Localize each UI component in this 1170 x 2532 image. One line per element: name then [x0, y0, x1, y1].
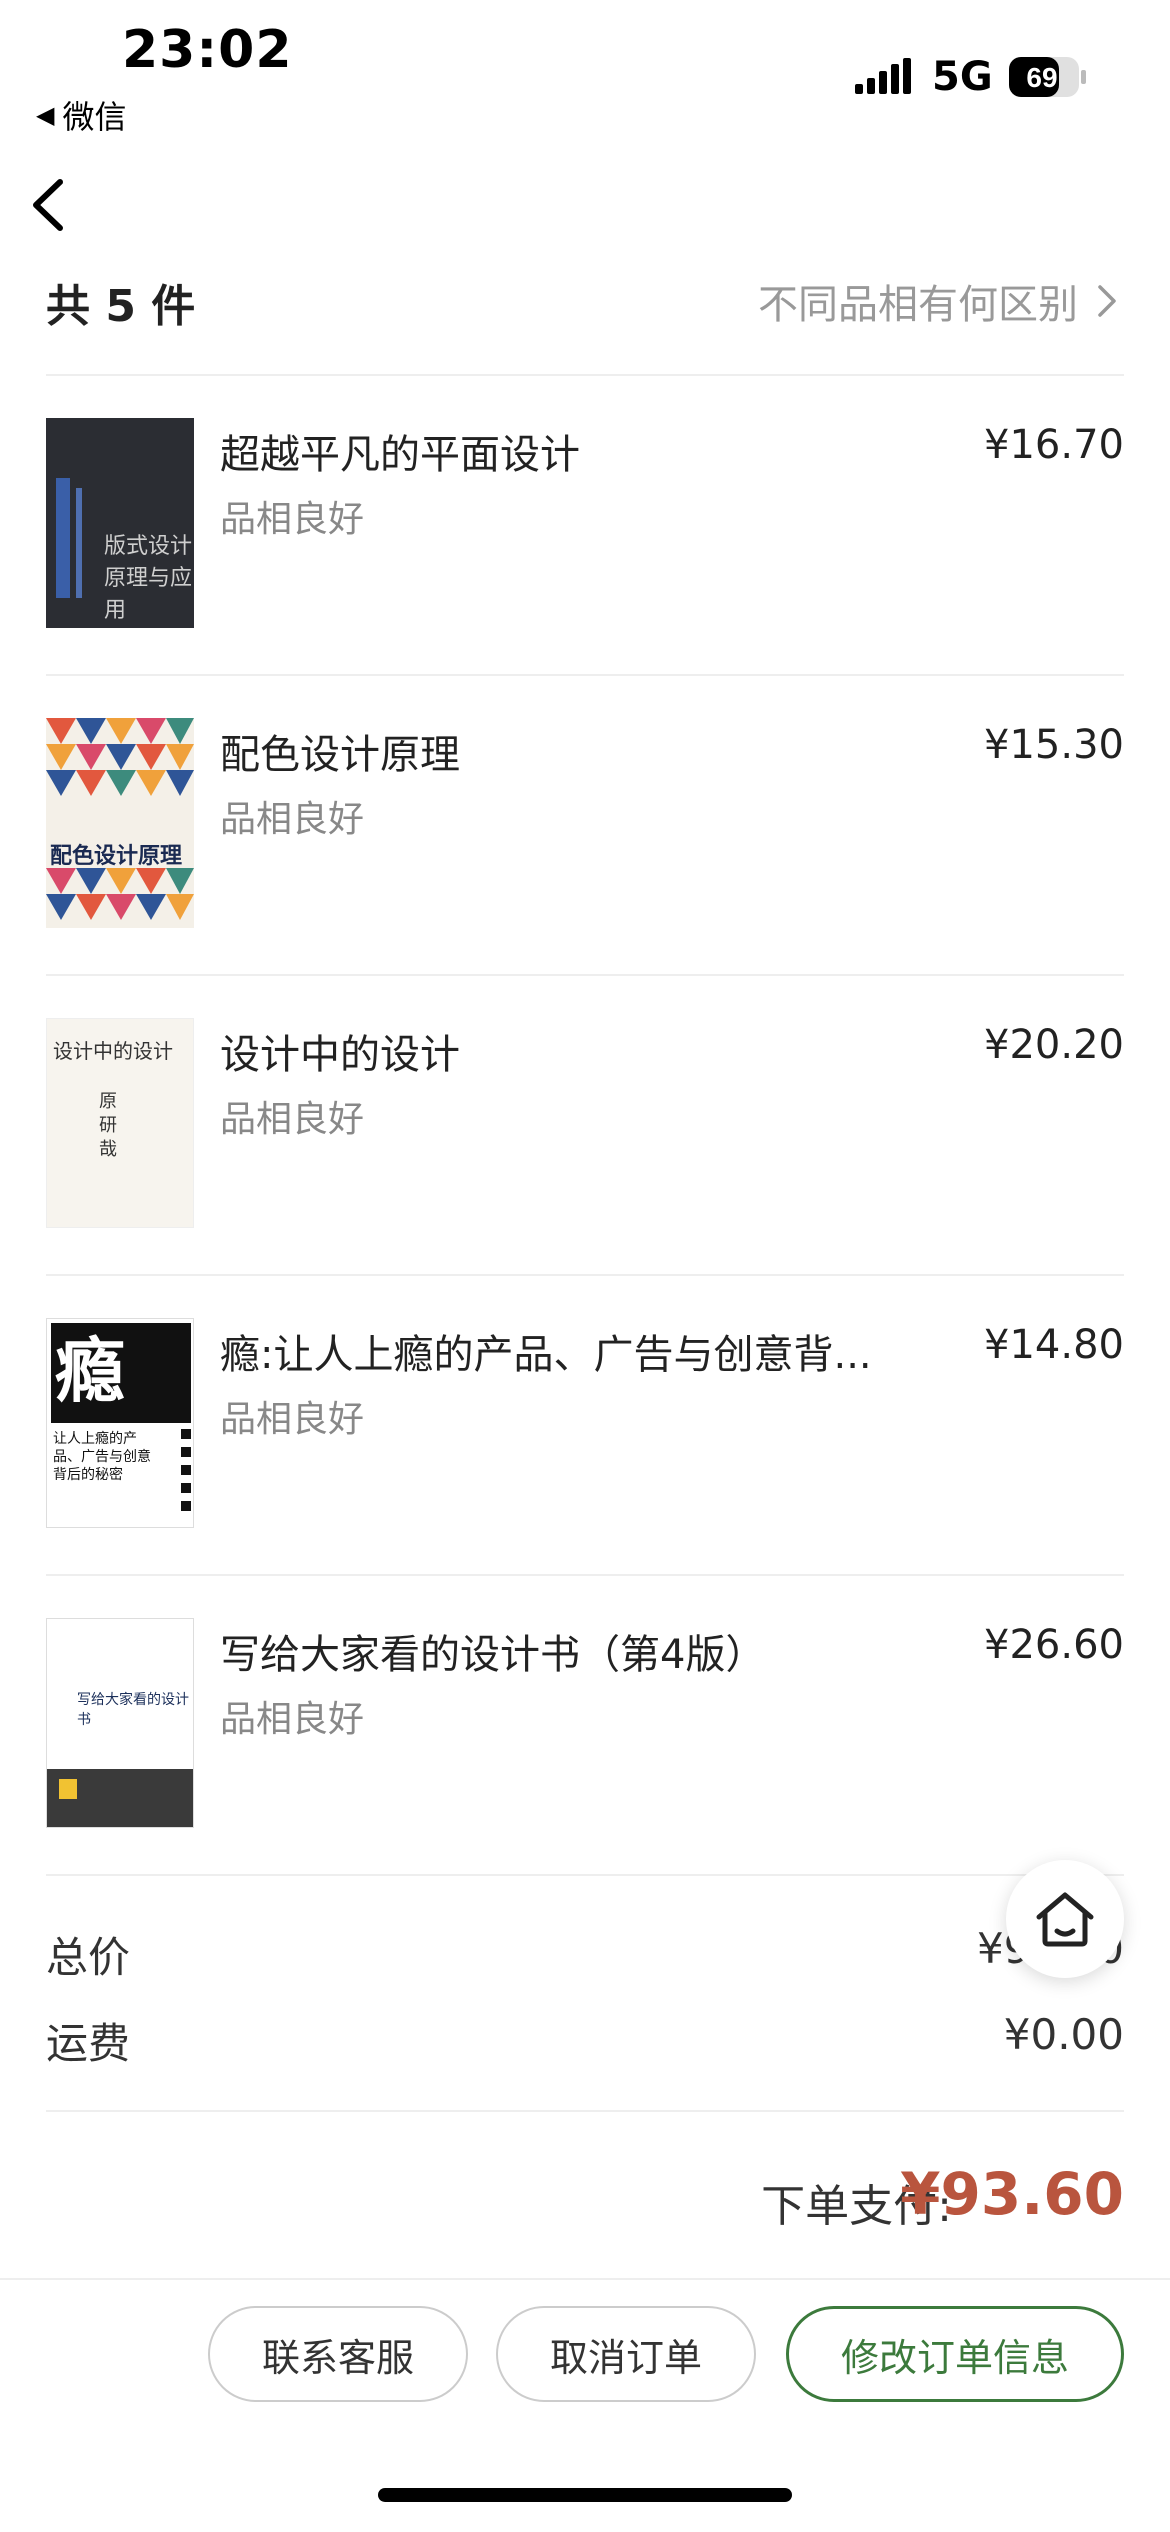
item-condition: 品相良好	[220, 499, 365, 540]
item-price: ¥26.60	[984, 1622, 1124, 1668]
cover-subtitle: 让人上瘾的产品、广告与创意背后的秘密	[53, 1430, 151, 1482]
item-condition: 品相良好	[220, 1699, 365, 1740]
cover-author: 原研哉	[99, 1091, 117, 1159]
item-title: 超越平凡的平面设计	[220, 432, 580, 478]
item-title: 瘾:让人上瘾的产品、广告与创意背...	[220, 1332, 872, 1378]
item-count: 共 5 件	[46, 281, 196, 332]
home-icon	[1036, 1892, 1094, 1947]
modify-order-button[interactable]: 修改订单信息	[786, 2306, 1124, 2402]
book-cover: 设计中的设计 原研哉	[46, 1018, 194, 1228]
back-app-label: 微信	[62, 98, 127, 136]
order-item[interactable]: 设计中的设计 原研哉 设计中的设计 品相良好 ¥20.20	[46, 976, 1124, 1276]
network-label: 5G	[932, 54, 993, 100]
order-item[interactable]: 版式设计 原理与应用 超越平凡的平面设计 品相良好 ¥16.70	[46, 376, 1124, 676]
payment-amount: ¥93.60	[900, 2160, 1124, 2228]
book-cover: 版式设计 原理与应用	[46, 418, 194, 628]
item-title: 配色设计原理	[220, 732, 460, 778]
item-price: ¥20.20	[984, 1022, 1124, 1068]
item-condition: 品相良好	[220, 1399, 365, 1440]
back-to-app-link[interactable]: ◀ 微信	[36, 92, 126, 138]
cover-title: 版式设计 原理与应用	[104, 533, 193, 622]
compare-link-label: 不同品相有何区别	[758, 282, 1078, 328]
order-item[interactable]: 瘾 让人上瘾的产品、广告与创意背后的秘密 瘾:让人上瘾的产品、广告与创意背...…	[46, 1276, 1124, 1576]
order-item[interactable]: 配色设计原理 配色设计原理 品相良好 ¥15.30	[46, 676, 1124, 976]
divider	[46, 1874, 1124, 1876]
contact-service-button[interactable]: 联系客服	[208, 2306, 468, 2402]
shipping-label: 运费	[46, 2019, 131, 2068]
cover-title: 设计中的设计	[53, 1041, 173, 1063]
status-bar: 23:02 ◀ 微信 5G 69	[0, 0, 1170, 140]
item-condition: 品相良好	[220, 1099, 365, 1140]
status-time: 23:02	[122, 20, 293, 80]
order-item[interactable]: 写给大家看的设计书 写给大家看的设计书（第4版） 品相良好 ¥26.60	[46, 1576, 1124, 1876]
item-price: ¥14.80	[984, 1322, 1124, 1368]
book-cover: 配色设计原理	[46, 718, 194, 928]
book-cover: 写给大家看的设计书	[46, 1618, 194, 1828]
cover-title: 配色设计原理	[50, 843, 183, 868]
item-condition: 品相良好	[220, 799, 365, 840]
condition-compare-link[interactable]: 不同品相有何区别	[758, 272, 1118, 330]
chevron-right-icon	[1098, 285, 1116, 317]
back-chevron-icon[interactable]	[20, 170, 80, 240]
item-title: 写给大家看的设计书（第4版）	[220, 1632, 766, 1678]
divider	[46, 2110, 1124, 2112]
cancel-order-button[interactable]: 取消订单	[496, 2306, 756, 2402]
home-floating-button[interactable]	[1006, 1860, 1124, 1978]
cover-title: 写给大家看的设计书	[77, 1693, 189, 1728]
book-cover: 瘾 让人上瘾的产品、广告与创意背后的秘密	[46, 1318, 194, 1528]
item-price: ¥15.30	[984, 722, 1124, 768]
battery-icon: 69	[1009, 57, 1086, 97]
back-triangle-icon: ◀	[36, 101, 55, 129]
item-title: 设计中的设计	[220, 1032, 460, 1078]
battery-level: 69	[1026, 62, 1057, 93]
signal-icon	[855, 58, 911, 94]
total-label: 总价	[46, 1933, 131, 1982]
shipping-value: ¥0.00	[1003, 2010, 1124, 2059]
home-indicator	[378, 2488, 792, 2502]
item-price: ¥16.70	[984, 422, 1124, 468]
cover-title: 瘾	[55, 1332, 125, 1410]
